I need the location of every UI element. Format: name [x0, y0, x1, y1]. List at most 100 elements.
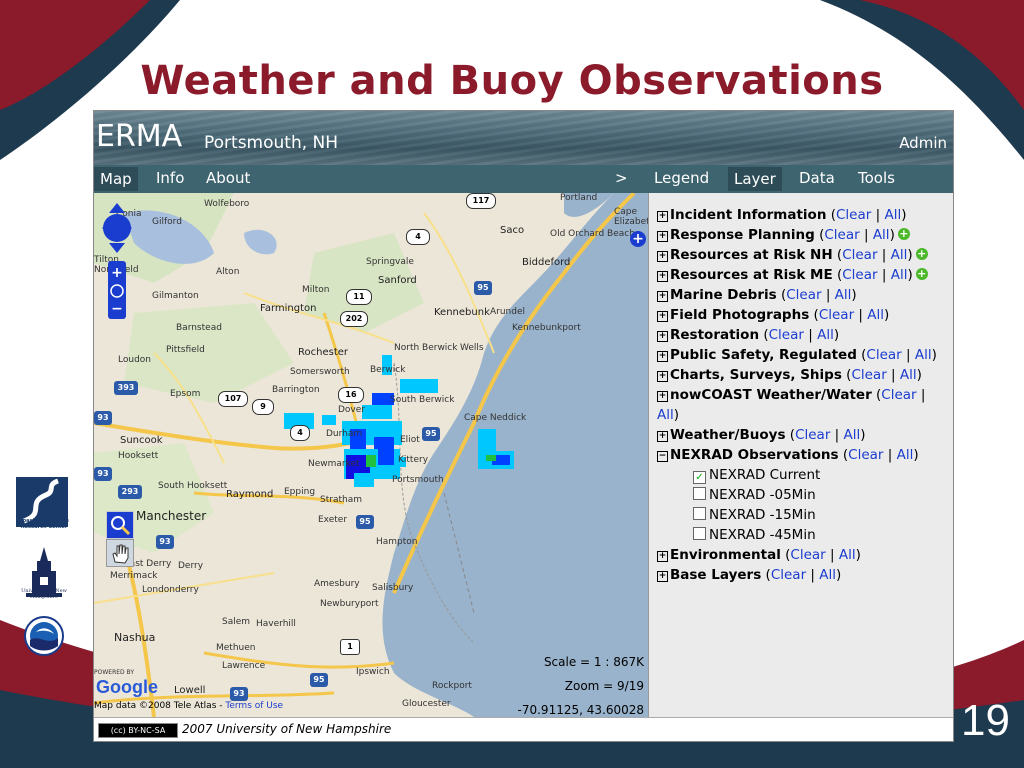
map-place-label: Gilford [152, 217, 182, 227]
expand-icon[interactable]: + [657, 391, 668, 402]
layer-group-name[interactable]: Public Safety, Regulated [670, 347, 857, 363]
layer-group-name[interactable]: Restoration [670, 327, 759, 343]
nexrad-option-row[interactable]: NEXRAD -05Min [657, 485, 949, 505]
nexrad-checkbox[interactable] [693, 527, 706, 540]
clear-layer-link[interactable]: Clear [842, 247, 877, 263]
add-layer-icon[interactable]: + [915, 268, 928, 280]
map-place-label: Pittsfield [166, 345, 205, 355]
tab-map[interactable]: Map [94, 167, 138, 191]
admin-link[interactable]: Admin [899, 134, 947, 152]
clear-layer-link[interactable]: Clear [790, 547, 825, 563]
clear-layer-link[interactable]: Clear [848, 447, 883, 463]
all-layer-link[interactable]: All [884, 207, 901, 223]
layer-group-name[interactable]: Response Planning [670, 227, 815, 243]
map-place-label: Eliot [400, 435, 420, 445]
map-view[interactable]: Wolfeboro Gilford Northfield Alton Gilma… [94, 193, 648, 717]
all-layer-link[interactable]: All [844, 427, 861, 443]
layer-group-name[interactable]: Environmental [670, 547, 781, 563]
map-place-label: Haverhill [256, 619, 296, 629]
all-layer-link[interactable]: All [891, 267, 908, 283]
map-place-label: Newmarket [308, 459, 360, 469]
clear-layer-link[interactable]: Clear [842, 267, 877, 283]
all-layer-link[interactable]: All [819, 567, 836, 583]
nexrad-checkbox[interactable]: ✓ [693, 471, 706, 484]
layer-group-name[interactable]: NEXRAD Observations [670, 447, 839, 463]
all-layer-link[interactable]: All [839, 547, 856, 563]
all-layer-link[interactable]: All [817, 327, 834, 343]
map-place-label: Salisbury [372, 583, 414, 593]
expand-icon[interactable]: + [657, 231, 668, 242]
map-place-label: Sanford [378, 275, 417, 286]
collapse-icon[interactable]: − [657, 451, 668, 462]
all-layer-link[interactable]: All [835, 287, 852, 303]
pan-tool-button[interactable] [106, 539, 134, 567]
expand-icon[interactable]: + [657, 551, 668, 562]
layer-group-name[interactable]: Marine Debris [670, 287, 777, 303]
all-layer-link[interactable]: All [897, 447, 914, 463]
map-place-label: Kennebunkport [512, 323, 581, 333]
clear-layer-link[interactable]: Clear [771, 567, 806, 583]
app-brand: ERMA [96, 119, 183, 154]
add-layer-icon[interactable]: + [897, 228, 910, 240]
layer-group-name[interactable]: Field Photographs [670, 307, 809, 323]
layer-group-name[interactable]: Base Layers [670, 567, 761, 583]
expand-icon[interactable]: + [657, 211, 668, 222]
terms-of-use-link[interactable]: Terms of Use [225, 701, 283, 711]
all-layer-link[interactable]: All [900, 367, 917, 383]
map-place-label: Portland [560, 193, 598, 203]
all-layer-link[interactable]: All [867, 307, 884, 323]
road-shield: 95 [310, 673, 328, 687]
expand-icon[interactable]: + [657, 351, 668, 362]
clear-layer-link[interactable]: Clear [795, 427, 830, 443]
all-layer-link[interactable]: All [915, 347, 932, 363]
expand-icon[interactable]: + [657, 371, 668, 382]
tab-legend[interactable]: Legend [654, 169, 709, 187]
layer-list: + Incident Information (Clear | All) + Resp… [657, 205, 949, 585]
expand-icon[interactable]: + [657, 431, 668, 442]
tab-tools[interactable]: Tools [858, 169, 895, 187]
map-pan-zoom-control[interactable]: + − [100, 201, 134, 321]
layer-group-name[interactable]: Resources at Risk NH [670, 247, 833, 263]
expand-icon[interactable]: + [657, 291, 668, 302]
nexrad-option-label: NEXRAD -15Min [709, 507, 816, 523]
expand-icon[interactable]: + [657, 311, 668, 322]
expand-icon[interactable]: + [657, 271, 668, 282]
collapse-panel-button[interactable]: > [615, 169, 628, 187]
clear-layer-link[interactable]: Clear [769, 327, 804, 343]
layer-group-name[interactable]: Charts, Surveys, Ships [670, 367, 842, 383]
clear-layer-link[interactable]: Clear [824, 227, 859, 243]
map-place-label: Methuen [216, 643, 256, 653]
layer-group-name[interactable]: Weather/Buoys [670, 427, 786, 443]
map-place-label: Old Orchard Beach [550, 229, 635, 239]
nexrad-option-row[interactable]: NEXRAD -45Min [657, 525, 949, 545]
cc-license-badge[interactable]: (cc) BY-NC-SA [98, 723, 178, 738]
expand-map-icon[interactable]: + [630, 231, 646, 247]
clear-layer-link[interactable]: Clear [819, 307, 854, 323]
expand-icon[interactable]: + [657, 571, 668, 582]
layer-group-name[interactable]: Resources at Risk ME [670, 267, 833, 283]
all-layer-link[interactable]: All [657, 407, 674, 423]
clear-layer-link[interactable]: Clear [866, 347, 901, 363]
all-layer-link[interactable]: All [873, 227, 890, 243]
nexrad-checkbox[interactable] [693, 507, 706, 520]
clear-layer-link[interactable]: Clear [881, 387, 916, 403]
tab-layer[interactable]: Layer [728, 167, 782, 191]
nexrad-option-row[interactable]: ✓ NEXRAD Current [657, 465, 949, 485]
road-shield: 4 [290, 425, 310, 441]
clear-layer-link[interactable]: Clear [851, 367, 886, 383]
map-place-label: Suncook [120, 435, 163, 446]
add-layer-icon[interactable]: + [915, 248, 928, 260]
nexrad-option-row[interactable]: NEXRAD -15Min [657, 505, 949, 525]
expand-icon[interactable]: + [657, 331, 668, 342]
tab-info[interactable]: Info [156, 169, 184, 187]
expand-icon[interactable]: + [657, 251, 668, 262]
clear-layer-link[interactable]: Clear [786, 287, 821, 303]
clear-layer-link[interactable]: Clear [836, 207, 871, 223]
tab-data[interactable]: Data [799, 169, 835, 187]
nexrad-checkbox[interactable] [693, 487, 706, 500]
tab-about[interactable]: About [206, 169, 250, 187]
zoom-box-tool-button[interactable] [106, 511, 134, 539]
all-layer-link[interactable]: All [891, 247, 908, 263]
layer-group-name[interactable]: nowCOAST Weather/Water [670, 387, 872, 403]
layer-group-name[interactable]: Incident Information [670, 207, 826, 223]
